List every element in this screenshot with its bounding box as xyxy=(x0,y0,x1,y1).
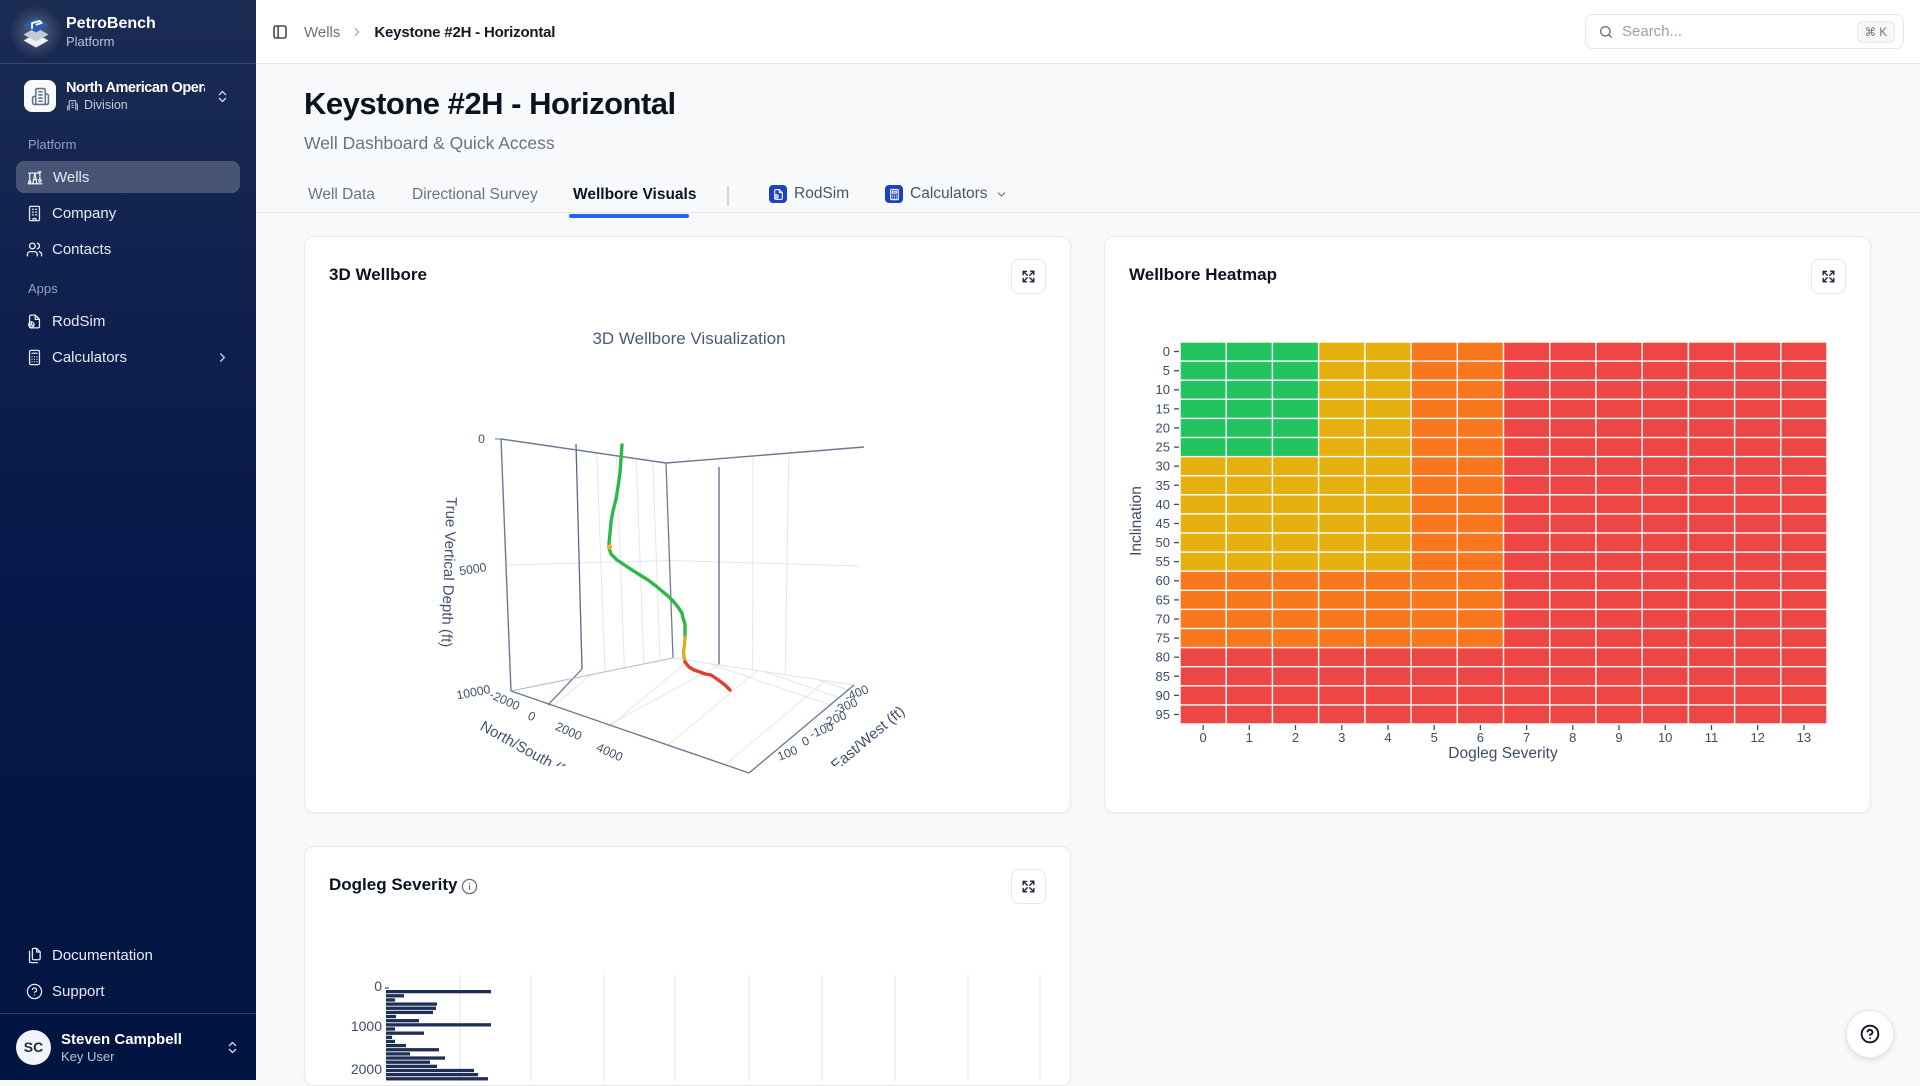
svg-text:0: 0 xyxy=(478,432,485,446)
svg-text:60: 60 xyxy=(1156,573,1170,588)
svg-text:2000: 2000 xyxy=(553,719,584,743)
svg-text:5: 5 xyxy=(1431,730,1438,745)
svg-text:-2000: -2000 xyxy=(487,688,522,714)
svg-text:65: 65 xyxy=(1156,592,1170,607)
svg-text:90: 90 xyxy=(1156,688,1170,703)
svg-text:8: 8 xyxy=(1569,730,1576,745)
svg-text:Inclination: Inclination xyxy=(1128,486,1145,556)
svg-text:11: 11 xyxy=(1705,730,1719,745)
svg-text:95: 95 xyxy=(1156,707,1170,722)
svg-text:True Vertical Depth (ft): True Vertical Depth (ft) xyxy=(437,497,459,648)
svg-text:10000: 10000 xyxy=(455,682,491,702)
svg-text:75: 75 xyxy=(1156,631,1170,646)
svg-text:9: 9 xyxy=(1615,730,1622,745)
svg-text:4000: 4000 xyxy=(594,740,625,764)
svg-text:15: 15 xyxy=(1156,401,1170,416)
svg-text:0: 0 xyxy=(374,978,382,994)
svg-text:3D Wellbore Visualization: 3D Wellbore Visualization xyxy=(592,329,785,348)
svg-text:10: 10 xyxy=(1156,382,1170,397)
svg-text:5: 5 xyxy=(1163,363,1170,378)
svg-text:1000: 1000 xyxy=(351,1018,382,1034)
svg-text:13: 13 xyxy=(1797,730,1811,745)
svg-text:2: 2 xyxy=(1292,730,1299,745)
svg-text:80: 80 xyxy=(1156,650,1170,665)
svg-text:45: 45 xyxy=(1156,516,1170,531)
svg-text:7: 7 xyxy=(1523,730,1530,745)
svg-text:0: 0 xyxy=(1199,730,1206,745)
svg-text:12: 12 xyxy=(1750,730,1764,745)
svg-text:40: 40 xyxy=(1156,497,1170,512)
svg-text:1: 1 xyxy=(1246,730,1253,745)
svg-text:100: 100 xyxy=(775,743,799,764)
svg-text:5000: 5000 xyxy=(458,560,487,578)
svg-text:85: 85 xyxy=(1156,669,1170,684)
svg-text:-100: -100 xyxy=(807,719,835,741)
svg-text:35: 35 xyxy=(1156,478,1170,493)
svg-text:50: 50 xyxy=(1156,535,1170,550)
svg-text:20: 20 xyxy=(1156,420,1170,435)
svg-text:25: 25 xyxy=(1156,440,1170,455)
svg-text:3: 3 xyxy=(1338,730,1345,745)
svg-text:4: 4 xyxy=(1384,730,1391,745)
svg-text:2000: 2000 xyxy=(351,1061,382,1077)
svg-text:Dogleg Severity: Dogleg Severity xyxy=(1448,745,1558,762)
svg-text:0: 0 xyxy=(526,709,538,725)
svg-text:30: 30 xyxy=(1156,459,1170,474)
svg-text:55: 55 xyxy=(1156,554,1170,569)
svg-text:6: 6 xyxy=(1477,730,1484,745)
svg-text:70: 70 xyxy=(1156,612,1170,627)
svg-text:10: 10 xyxy=(1658,730,1672,745)
svg-text:0: 0 xyxy=(1163,344,1170,359)
